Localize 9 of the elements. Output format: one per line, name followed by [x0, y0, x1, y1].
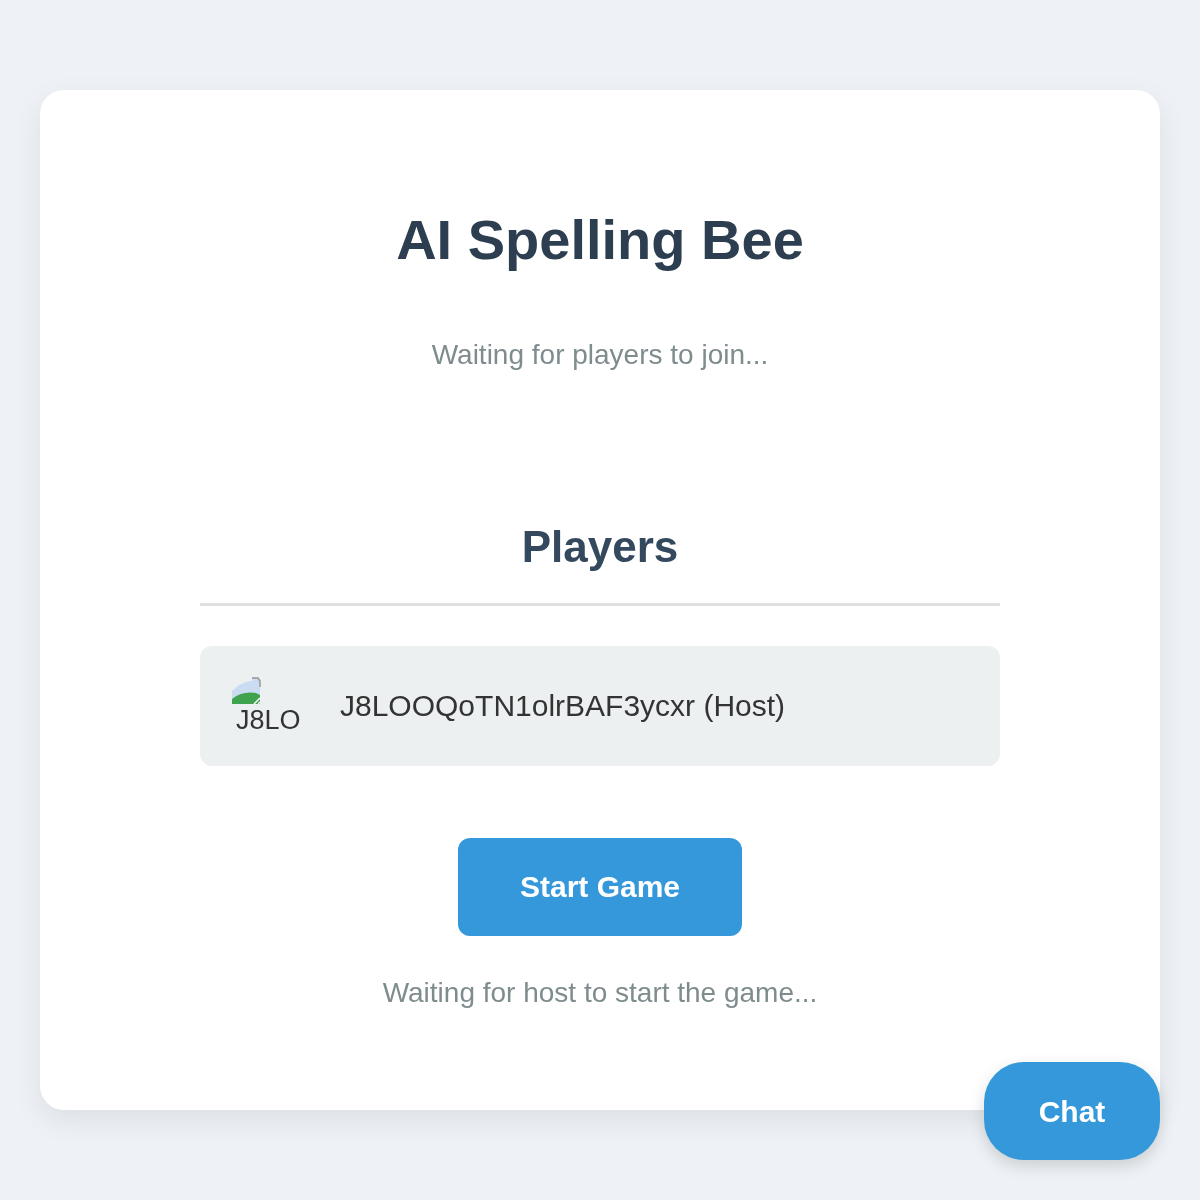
avatar-alt-text: J8LO — [235, 707, 301, 735]
app-title: AI Spelling Bee — [396, 207, 804, 273]
player-name: J8LOOQoTN1olrBAF3ycxr (Host) — [340, 688, 786, 725]
chat-button[interactable]: Chat — [984, 1062, 1160, 1160]
host-status-text: Waiting for host to start the game... — [382, 976, 818, 1010]
start-game-button[interactable]: Start Game — [458, 838, 742, 936]
broken-image-icon — [230, 677, 262, 706]
players-heading: Players — [521, 521, 679, 574]
status-text: Waiting for players to join... — [431, 338, 769, 373]
